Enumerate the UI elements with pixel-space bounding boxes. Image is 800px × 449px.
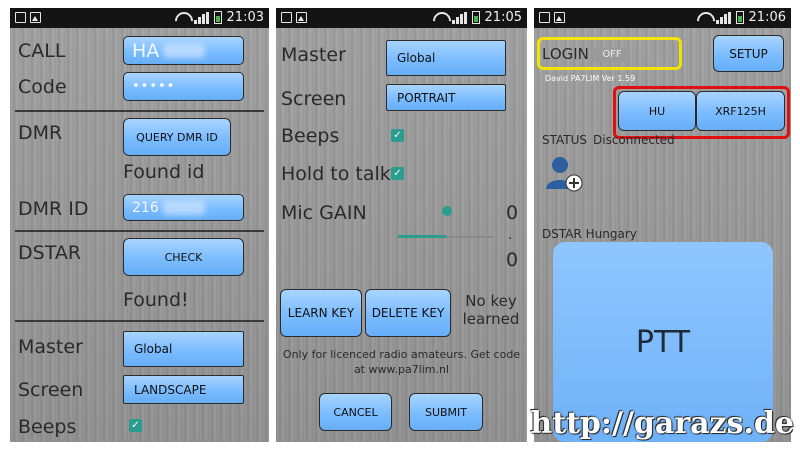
reflector-button[interactable]: XRF125H — [696, 91, 785, 131]
learn-key-button[interactable]: LEARN KEY — [280, 289, 362, 337]
screen-spinner[interactable]: LANDSCAPE — [123, 375, 244, 404]
master-label: Master — [18, 336, 83, 358]
add-user-icon[interactable] — [544, 153, 584, 193]
wifi-icon — [175, 12, 189, 24]
status-bar: 21:06 — [534, 8, 791, 28]
status-bar: 21:05 — [276, 8, 527, 28]
clock: 21:05 — [484, 10, 522, 25]
divider — [15, 110, 264, 112]
clock: 21:03 — [226, 10, 264, 25]
image-icon — [554, 12, 565, 23]
notification-icon — [15, 12, 26, 23]
mic-gain-slider-fill — [398, 235, 446, 238]
mic-gain-slider-knob[interactable] — [442, 206, 452, 216]
found-id-text: Found id — [123, 161, 205, 183]
divider — [15, 230, 264, 232]
hold-to-talk-label: Hold to talk — [281, 163, 391, 185]
signal-icon — [451, 11, 467, 24]
mic-gain-value: 0 — [506, 202, 519, 224]
master-spinner[interactable]: Global — [386, 40, 506, 76]
beeps-checkbox[interactable]: ✓ — [129, 419, 142, 432]
notification-icon — [539, 12, 550, 23]
screen-settings-portrait: 21:05 Master Global Screen PORTRAIT Beep… — [276, 8, 527, 442]
wifi-icon — [433, 12, 447, 24]
dstar-network-text: DSTAR Hungary — [542, 227, 637, 241]
dmr-id-value: 216 — [132, 199, 159, 216]
call-input[interactable]: HA — [123, 36, 244, 65]
clock: 21:06 — [748, 10, 786, 25]
status-value: Disconnected — [593, 133, 675, 147]
image-icon — [30, 12, 41, 23]
beeps-checkbox[interactable]: ✓ — [391, 129, 404, 142]
code-input[interactable]: ••••• — [123, 72, 244, 101]
dmr-id-input[interactable]: 216 — [123, 194, 244, 221]
signal-icon — [193, 11, 209, 24]
cancel-button[interactable]: CANCEL — [319, 393, 392, 431]
screen-settings-landscape: 21:03 CALL HA Code ••••• DMR QUERY DMR I… — [10, 8, 269, 442]
setup-button[interactable]: SETUP — [713, 35, 784, 72]
beeps-label: Beeps — [18, 416, 77, 438]
check-button[interactable]: CHECK — [123, 238, 244, 276]
found-text: Found! — [123, 289, 189, 311]
redacted-mark — [163, 43, 206, 58]
country-button[interactable]: HU — [618, 91, 696, 131]
master-label: Master — [281, 44, 346, 66]
query-dmr-id-button[interactable]: QUERY DMR ID — [123, 118, 231, 156]
divider — [15, 320, 264, 322]
dmr-label: DMR — [18, 122, 63, 144]
battery-icon — [735, 11, 744, 24]
redacted-mark — [162, 200, 205, 215]
dstar-label: DSTAR — [18, 242, 82, 264]
login-toggle[interactable]: OFF — [594, 47, 630, 62]
master-spinner[interactable]: Global — [123, 331, 244, 367]
screen-label: Screen — [18, 379, 84, 401]
delete-key-button[interactable]: DELETE KEY — [365, 289, 451, 337]
battery-icon — [213, 11, 222, 24]
notification-icon — [281, 12, 292, 23]
login-label: LOGIN — [542, 45, 589, 63]
wifi-icon — [697, 12, 711, 24]
screen-spinner[interactable]: PORTRAIT — [386, 84, 506, 111]
dmr-id-label: DMR ID — [18, 198, 89, 220]
hold-to-talk-checkbox[interactable]: ✓ — [391, 167, 404, 180]
screen-label: Screen — [281, 88, 347, 110]
image-icon — [296, 12, 307, 23]
code-label: Code — [18, 76, 67, 98]
beeps-label: Beeps — [281, 125, 340, 147]
call-label: CALL — [18, 40, 66, 62]
status-label: STATUS — [542, 133, 588, 147]
status-bar: 21:03 — [10, 8, 269, 28]
watermark: http://garazs.de — [530, 406, 794, 441]
call-value: HA — [132, 39, 160, 62]
mic-gain-separator: . — [508, 227, 513, 243]
version-text: David PA7LIM Ver 1.59 — [545, 74, 636, 83]
mic-gain-label: Mic GAIN — [281, 202, 367, 224]
no-key-learned-text: No key learned — [462, 292, 520, 328]
screen-main: 21:06 LOGIN OFF SETUP David PA7LIM Ver 1… — [534, 8, 791, 442]
license-notice: Only for licenced radio amateurs. Get co… — [282, 348, 521, 376]
signal-icon — [715, 11, 731, 24]
submit-button[interactable]: SUBMIT — [409, 393, 483, 431]
canvas: 21:03 CALL HA Code ••••• DMR QUERY DMR I… — [0, 0, 800, 449]
mic-gain-value-2: 0 — [506, 249, 519, 271]
battery-icon — [471, 11, 480, 24]
